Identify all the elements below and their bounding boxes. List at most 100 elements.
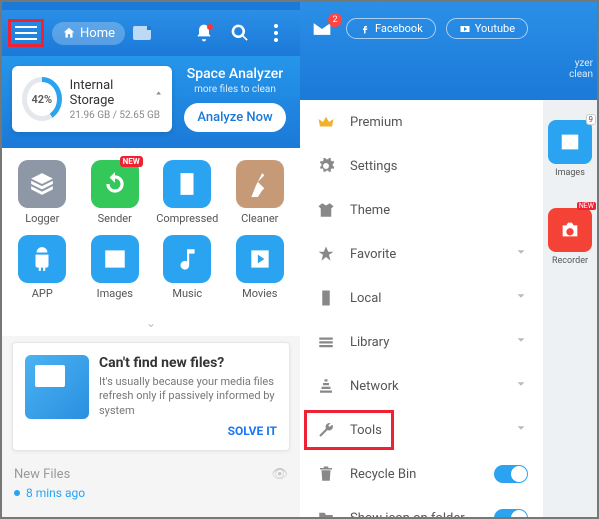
trash-icon bbox=[316, 464, 336, 484]
drawer-item-library[interactable]: Library bbox=[300, 320, 544, 364]
peek-label: Images bbox=[548, 168, 592, 178]
status-bar bbox=[308, 8, 589, 16]
crown-icon bbox=[316, 112, 336, 132]
hint-body: It's usually because your media files re… bbox=[99, 375, 277, 418]
home-icon bbox=[62, 26, 76, 40]
drawer-label: Premium bbox=[350, 115, 403, 130]
peek-label: Recorder bbox=[548, 256, 592, 266]
tile-label: Music bbox=[155, 287, 219, 300]
tile-music[interactable]: Music bbox=[155, 235, 219, 300]
tile-label: Images bbox=[83, 287, 147, 300]
storage-card[interactable]: 42% Internal Storage 21.96 GB / 52.65 GB bbox=[12, 66, 172, 132]
new-file-row[interactable]: 8 mins ago bbox=[2, 486, 300, 500]
expand-grid-icon[interactable]: ⌄ bbox=[2, 314, 300, 336]
showicon-toggle[interactable] bbox=[494, 509, 528, 517]
star-icon bbox=[316, 244, 336, 264]
analyzer-subtitle: more files to clean bbox=[180, 84, 290, 95]
search-icon[interactable] bbox=[230, 23, 250, 43]
zip-icon bbox=[174, 171, 200, 197]
chevron-right-icon bbox=[154, 89, 162, 96]
sdcard-icon[interactable] bbox=[133, 26, 151, 40]
images-count-badge: 9 bbox=[586, 114, 597, 125]
status-bar bbox=[2, 2, 300, 10]
drawer-item-showicon[interactable]: Show icon on folder bbox=[300, 496, 544, 517]
stack-icon bbox=[29, 171, 55, 197]
youtube-button[interactable]: Youtube bbox=[446, 18, 528, 39]
tile-label: Movies bbox=[228, 287, 292, 300]
mail-icon[interactable]: 2 bbox=[308, 19, 336, 39]
storage-name: Internal Storage bbox=[70, 78, 162, 108]
main-screen: Home 42% Internal Stora bbox=[2, 2, 300, 517]
android-icon bbox=[29, 246, 55, 272]
facebook-button[interactable]: Facebook bbox=[346, 18, 436, 39]
tile-label: APP bbox=[10, 287, 74, 300]
tile-logger[interactable]: Logger bbox=[10, 160, 74, 225]
drawer-label: Favorite bbox=[350, 247, 396, 262]
drawer-label: Library bbox=[350, 335, 389, 350]
shirt-icon bbox=[316, 200, 336, 220]
categories-grid: Logger NEW Sender Compressed Cleaner bbox=[2, 148, 300, 314]
hamburger-icon[interactable] bbox=[15, 24, 37, 42]
drawer-item-local[interactable]: Local bbox=[300, 276, 544, 320]
drawer-label: Recycle Bin bbox=[350, 467, 416, 482]
chevron-down-icon bbox=[514, 333, 528, 351]
drawer-item-theme[interactable]: Theme bbox=[300, 188, 544, 232]
solve-it-button[interactable]: SOLVE IT bbox=[99, 424, 277, 438]
camera-icon bbox=[559, 219, 581, 241]
recorder-new-badge: NEW bbox=[577, 202, 596, 210]
youtube-icon bbox=[459, 23, 471, 35]
tile-label: Sender bbox=[83, 212, 147, 225]
drawer-item-tools[interactable]: Tools bbox=[300, 408, 544, 452]
top-bar: Home bbox=[2, 10, 300, 56]
broom-icon bbox=[247, 171, 273, 197]
tile-sender[interactable]: NEW Sender bbox=[83, 160, 147, 225]
wrench-icon bbox=[316, 420, 336, 440]
tile-app[interactable]: APP bbox=[10, 235, 74, 300]
storage-usage: 21.96 GB / 52.65 GB bbox=[70, 110, 162, 121]
background-peek: 9 Images NEW Recorder bbox=[543, 100, 597, 517]
tile-compressed[interactable]: Compressed bbox=[155, 160, 219, 225]
new-badge: NEW bbox=[120, 156, 143, 167]
recycle-toggle[interactable] bbox=[494, 465, 528, 483]
storage-ring-icon: 42% bbox=[22, 77, 62, 121]
drawer-label: Settings bbox=[350, 159, 397, 174]
drawer-label: Tools bbox=[350, 423, 382, 438]
visibility-icon[interactable]: 👁 bbox=[271, 467, 288, 482]
home-chip[interactable]: Home bbox=[52, 22, 125, 45]
refresh-icon bbox=[102, 171, 128, 197]
drawer-header: 2 Facebook Youtube yzer clean bbox=[300, 2, 597, 100]
drawer-list: Premium Settings Theme Favorite Local bbox=[300, 100, 544, 517]
gear-icon bbox=[316, 156, 336, 176]
library-icon bbox=[316, 332, 336, 352]
image-icon bbox=[102, 246, 128, 272]
tile-images[interactable]: Images bbox=[83, 235, 147, 300]
drawer-item-favorite[interactable]: Favorite bbox=[300, 232, 544, 276]
notifications-icon[interactable] bbox=[194, 23, 214, 43]
drawer-item-recyclebin[interactable]: Recycle Bin bbox=[300, 452, 544, 496]
storage-percent: 42% bbox=[31, 93, 52, 106]
new-file-time: 8 mins ago bbox=[26, 486, 85, 500]
peek-tile-recorder[interactable]: NEW bbox=[548, 208, 592, 252]
notification-dot-icon bbox=[207, 24, 213, 30]
tile-cleaner[interactable]: Cleaner bbox=[228, 160, 292, 225]
drawer-label: Theme bbox=[350, 203, 390, 218]
tile-movies[interactable]: Movies bbox=[228, 235, 292, 300]
new-files-header: New Files 👁 bbox=[2, 457, 300, 486]
overflow-icon[interactable] bbox=[266, 23, 286, 43]
analyzer-area: 42% Internal Storage 21.96 GB / 52.65 GB… bbox=[2, 56, 300, 148]
drawer-item-premium[interactable]: Premium bbox=[300, 100, 544, 144]
tile-label: Cleaner bbox=[228, 212, 292, 225]
chevron-down-icon bbox=[514, 377, 528, 395]
analyze-now-button[interactable]: Analyze Now bbox=[184, 103, 285, 132]
analyzer-title: Space Analyzer bbox=[180, 66, 290, 82]
play-icon bbox=[247, 246, 273, 272]
peek-tile-images[interactable]: 9 bbox=[548, 120, 592, 164]
image-icon bbox=[559, 131, 581, 153]
folder-icon bbox=[316, 508, 336, 517]
drawer-item-network[interactable]: Network bbox=[300, 364, 544, 408]
drawer-label: Local bbox=[350, 291, 381, 306]
highlight-hamburger bbox=[8, 19, 44, 47]
facebook-icon bbox=[359, 23, 371, 35]
drawer-item-settings[interactable]: Settings bbox=[300, 144, 544, 188]
drawer-label: Network bbox=[350, 379, 399, 394]
